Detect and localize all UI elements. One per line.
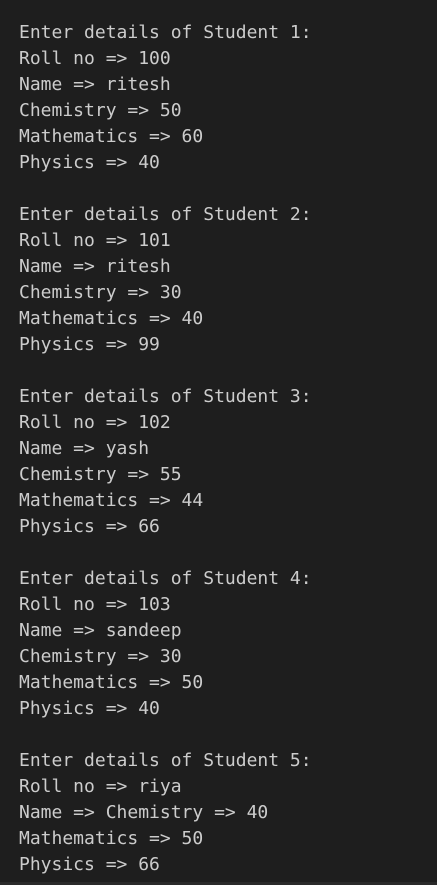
student-block-3: Enter details of Student 3: Roll no => 1…	[19, 384, 437, 540]
chemistry-line: Chemistry => 30	[19, 646, 182, 667]
mathematics-line: Mathematics => 40	[19, 308, 204, 329]
chemistry-line: Chemistry => 50	[19, 100, 182, 121]
physics-line: Physics => 40	[19, 152, 160, 173]
name-line: Name => yash	[19, 438, 150, 459]
student-header: Enter details of Student 2:	[19, 204, 312, 225]
mathematics-line: Mathematics => 60	[19, 126, 204, 147]
roll-no-line: Roll no => 100	[19, 48, 171, 69]
roll-no-line: Roll no => 103	[19, 594, 171, 615]
mathematics-line: Mathematics => 50	[19, 672, 204, 693]
name-line: Name => Chemistry => 40	[19, 802, 269, 823]
name-line: Name => sandeep	[19, 620, 182, 641]
roll-no-line: Roll no => 101	[19, 230, 171, 251]
name-line: Name => ritesh	[19, 74, 171, 95]
student-block-1: Enter details of Student 1: Roll no => 1…	[19, 20, 437, 176]
terminal-output[interactable]: Enter details of Student 1: Roll no => 1…	[0, 0, 437, 885]
mathematics-line: Mathematics => 50	[19, 828, 204, 849]
physics-line: Physics => 66	[19, 516, 160, 537]
physics-line: Physics => 40	[19, 698, 160, 719]
student-header: Enter details of Student 4:	[19, 568, 312, 589]
physics-line: Physics => 99	[19, 334, 160, 355]
mathematics-line: Mathematics => 44	[19, 490, 204, 511]
physics-line: Physics => 66	[19, 854, 160, 875]
student-header: Enter details of Student 1:	[19, 22, 312, 43]
student-block-2: Enter details of Student 2: Roll no => 1…	[19, 202, 437, 358]
chemistry-line: Chemistry => 55	[19, 464, 182, 485]
student-header: Enter details of Student 3:	[19, 386, 312, 407]
roll-no-line: Roll no => 102	[19, 412, 171, 433]
student-header: Enter details of Student 5:	[19, 750, 312, 771]
name-line: Name => ritesh	[19, 256, 171, 277]
student-block-5: Enter details of Student 5: Roll no => r…	[19, 748, 437, 878]
roll-no-line: Roll no => riya	[19, 776, 182, 797]
chemistry-line: Chemistry => 30	[19, 282, 182, 303]
student-block-4: Enter details of Student 4: Roll no => 1…	[19, 566, 437, 722]
